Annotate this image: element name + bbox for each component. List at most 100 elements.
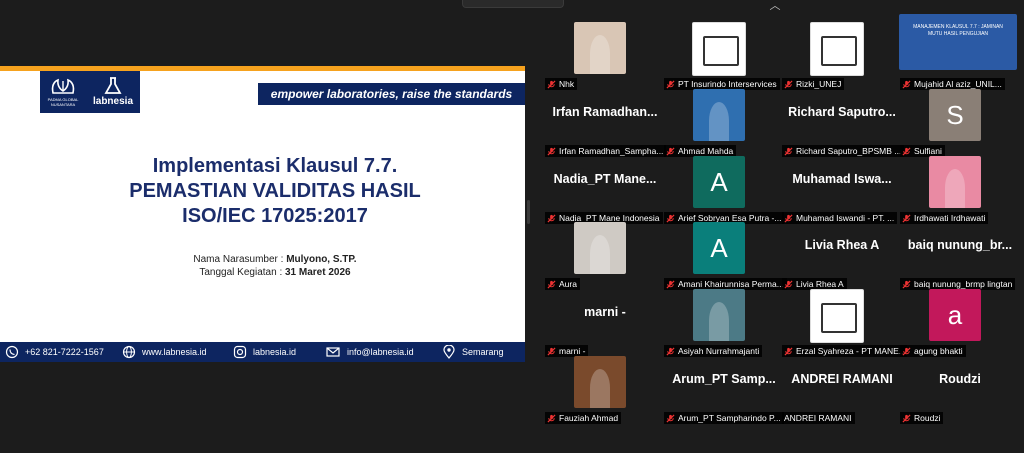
participant-photo (693, 89, 745, 141)
participant-display-name: ANDREI RAMANI (791, 372, 893, 386)
footer-web: www.labnesia.id (122, 345, 207, 359)
participant-tile[interactable]: a agung bhakti (900, 287, 1010, 357)
logo-mark-icon (821, 36, 857, 66)
slide-title-line: PEMASTIAN VALIDITAS HASIL (129, 180, 421, 202)
participant-tile[interactable]: Muhamad Iswa... Muhamad Iswandi - PT. ... (782, 154, 898, 224)
footer-web-text: www.labnesia.id (142, 347, 207, 357)
footer-location: Semarang (442, 345, 504, 359)
participant-tile[interactable]: Nhk (545, 20, 655, 90)
event-date: 31 Maret 2026 (285, 267, 351, 278)
panel-resize-handle[interactable] (527, 200, 530, 224)
whatsapp-icon (5, 345, 19, 359)
slide-logo-box: PADMA GLOBAL NUSANTARA labnesia (40, 71, 140, 113)
participant-display-name: Nadia_PT Mane... (553, 172, 657, 186)
participant-logo (810, 289, 864, 343)
padma-logo-text: PADMA GLOBAL NUSANTARA (47, 97, 79, 107)
participant-tile[interactable]: Arum_PT Samp... Arum_PT Sampharindo P... (664, 354, 784, 424)
footer-instagram-text: labnesia.id (253, 347, 297, 357)
participant-tile[interactable]: Irfan Ramadhan... Irfan Ramadhan_Sampha..… (545, 87, 667, 157)
participant-tile[interactable]: marni - marni - (545, 287, 655, 357)
participant-tile[interactable]: Erzal Syahreza - PT MANE... (782, 287, 907, 357)
labnesia-logo: labnesia (86, 71, 140, 113)
participant-tile[interactable]: Roudzi Roudzi (900, 354, 1010, 424)
person-silhouette-icon (708, 302, 730, 341)
flask-icon (104, 77, 122, 94)
person-silhouette-icon (589, 235, 611, 274)
participant-tile[interactable]: PT Insurindo Interservices (664, 20, 780, 90)
microphone-muted-icon (666, 413, 675, 423)
participant-logo (810, 22, 864, 76)
person-silhouette-icon (708, 102, 730, 141)
participant-tile[interactable]: ANDREI RAMANI ANDREI RAMANI (782, 354, 893, 424)
participant-name: Arum_PT Sampharindo P... (678, 413, 781, 423)
person-silhouette-icon (944, 169, 966, 208)
participant-tile[interactable]: Rizki_UNEJ (782, 20, 892, 90)
participant-photo (574, 222, 626, 274)
slide-speaker-info: Nama Narasumber : Mulyono, S.TP. Tanggal… (80, 253, 470, 279)
participant-tile[interactable]: Richard Saputro... Richard Saputro_BPSMB … (782, 87, 905, 157)
logo-mark-icon (703, 36, 739, 66)
participant-tile[interactable]: Fauziah Ahmad (545, 354, 655, 424)
participant-video-thumbnail: MANAJEMEN KLAUSUL 7.7 : JAMINAN MUTU HAS… (899, 14, 1017, 70)
participant-display-name: Richard Saputro... (788, 105, 896, 119)
avatar-letter: A (693, 156, 745, 208)
footer-location-text: Semarang (462, 347, 504, 357)
participant-tile[interactable]: Livia Rhea A Livia Rhea A (782, 220, 892, 290)
participant-display-name: marni - (584, 305, 626, 319)
participant-name-tag: Roudzi (900, 412, 944, 424)
avatar-letter: A (693, 222, 745, 274)
shared-screen: PADMA GLOBAL NUSANTARA labnesia empower … (0, 66, 525, 362)
padma-logo: PADMA GLOBAL NUSANTARA (40, 71, 86, 113)
slide-tagline: empower laboratories, raise the standard… (258, 83, 525, 105)
participant-tile[interactable]: Nadia_PT Mane... Nadia_PT Mane Indonesia (545, 154, 663, 224)
participant-name-tag: Arum_PT Sampharindo P... (664, 412, 784, 424)
footer-email-text: info@labnesia.id (347, 347, 414, 357)
participant-tile[interactable]: S Sulfiani (900, 87, 1010, 157)
mail-icon (326, 347, 340, 357)
location-pin-icon (443, 345, 455, 359)
participant-name: Fauziah Ahmad (559, 413, 619, 423)
participant-tile[interactable]: Irdhawati Irdhawati (900, 154, 1010, 224)
logo-mark-icon (821, 303, 857, 333)
participant-display-name: Livia Rhea A (804, 238, 880, 252)
participant-tile[interactable]: baiq nunung_br... baiq nunung_brmp lingta… (900, 220, 1016, 290)
avatar-letter: S (929, 89, 981, 141)
participant-photo (929, 156, 981, 208)
participant-display-name: Arum_PT Samp... (672, 372, 776, 386)
microphone-muted-icon (902, 413, 911, 423)
participant-photo (574, 22, 626, 74)
avatar-letter: a (929, 289, 981, 341)
footer-phone-text: +62 821-7222-1567 (25, 347, 104, 357)
participant-display-name: baiq nunung_br... (907, 238, 1013, 252)
participant-name-tag: ANDREI RAMANI (782, 412, 855, 424)
footer-phone: +62 821-7222-1567 (5, 345, 104, 359)
participant-tile[interactable]: A Amani Khairunnisa Perma... (664, 220, 787, 290)
meeting-controls-handle[interactable] (462, 0, 564, 8)
participant-name-tag: Fauziah Ahmad (545, 412, 622, 424)
participant-logo (692, 22, 746, 76)
labnesia-logo-text: labnesia (92, 96, 134, 107)
person-silhouette-icon (589, 369, 611, 408)
participant-display-name: Roudzi (939, 372, 981, 386)
speaker-name: Mulyono, S.TP. (286, 254, 357, 265)
participant-tile[interactable]: Asiyah Nurrahmajanti (664, 287, 774, 357)
footer-email: info@labnesia.id (325, 345, 414, 359)
participant-display-name: Muhamad Iswa... (792, 172, 892, 186)
participant-tile[interactable]: Ahmad Mahda (664, 87, 774, 157)
participant-name: Roudzi (914, 413, 941, 423)
microphone-muted-icon (547, 413, 556, 423)
participant-photo (693, 289, 745, 341)
instagram-icon (233, 345, 247, 359)
participant-tile[interactable]: A Arief Sobryan Esa Putra -... (664, 154, 785, 224)
participant-photo (574, 356, 626, 408)
slide-title-line: Implementasi Klausul 7.7. (152, 155, 398, 177)
date-label: Tanggal Kegiatan : (199, 267, 285, 278)
chevron-up-icon[interactable]: ︿ (760, 0, 790, 14)
slide-title-line: ISO/IEC 17025:2017 (182, 205, 368, 227)
participant-tile[interactable]: Aura (545, 220, 655, 290)
globe-icon (122, 345, 136, 359)
participant-tile[interactable]: MANAJEMEN KLAUSUL 7.7 : JAMINAN MUTU HAS… (899, 14, 1017, 90)
speaker-label: Nama Narasumber : (193, 254, 287, 265)
participant-display-name: Irfan Ramadhan... (552, 105, 658, 119)
footer-instagram: labnesia.id (233, 345, 296, 359)
